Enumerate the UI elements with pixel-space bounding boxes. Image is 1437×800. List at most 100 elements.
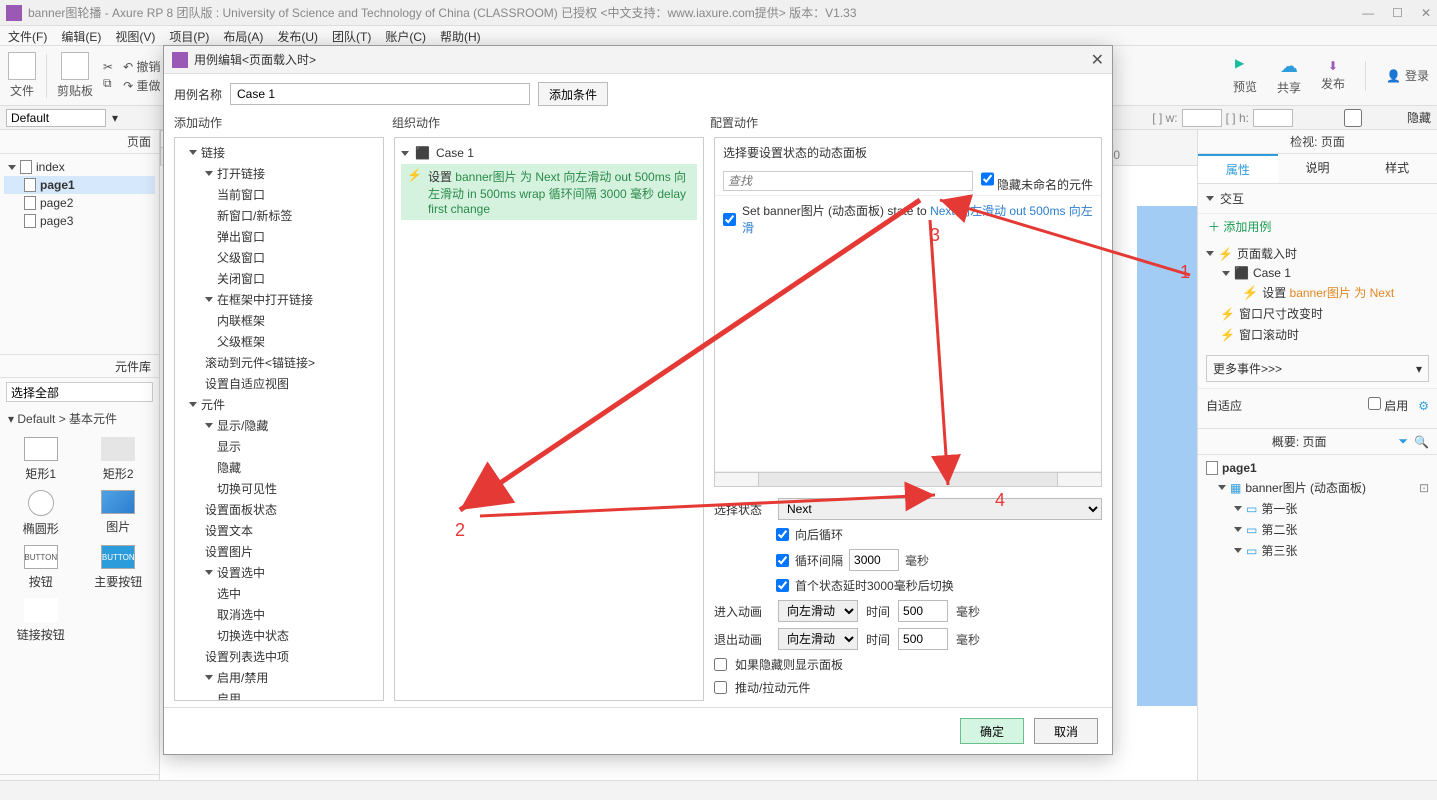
tab-notes[interactable]: 说明: [1278, 154, 1358, 183]
shape-rect2[interactable]: 矩形2: [84, 437, 154, 482]
tab-properties[interactable]: 属性: [1198, 154, 1278, 183]
menu-item[interactable]: 文件(F): [8, 28, 47, 43]
publish-button[interactable]: ⬇ 发布: [1321, 59, 1345, 92]
adaptive-settings-icon[interactable]: ⚙: [1418, 399, 1429, 413]
menu-item[interactable]: 账户(C): [385, 28, 426, 43]
action-tree-node[interactable]: 设置列表选中项: [177, 646, 381, 667]
isolate-icon[interactable]: ⊡: [1419, 481, 1429, 495]
outline-state2[interactable]: ▭第二张: [1206, 519, 1429, 540]
file-block[interactable]: 文件: [8, 52, 36, 99]
action-tree-node[interactable]: 启用: [177, 688, 381, 701]
action-tree-node[interactable]: 父级框架: [177, 331, 381, 352]
event-window-scroll[interactable]: ⚡窗口滚动时: [1206, 324, 1429, 345]
loop-interval-input[interactable]: [849, 549, 899, 571]
action-tree-node[interactable]: 关闭窗口: [177, 268, 381, 289]
outline-root[interactable]: page1: [1206, 459, 1429, 477]
page-item-page2[interactable]: page2: [4, 194, 155, 212]
width-input[interactable]: [1182, 109, 1222, 127]
page-item-page3[interactable]: page3: [4, 212, 155, 230]
action-tree-node[interactable]: 显示: [177, 436, 381, 457]
state-select[interactable]: Next: [778, 498, 1102, 520]
menu-item[interactable]: 编辑(E): [61, 28, 101, 43]
dialog-close-button[interactable]: ✕: [1091, 50, 1104, 70]
library-breadcrumb[interactable]: ▾ Default > 基本元件: [0, 406, 159, 431]
action-tree-node[interactable]: 启用/禁用: [177, 667, 381, 688]
action-tree-node[interactable]: 设置面板状态: [177, 499, 381, 520]
outline-banner[interactable]: ▦banner图片 (动态面板)⊡: [1206, 477, 1429, 498]
action-tree-node[interactable]: 选中: [177, 583, 381, 604]
maximize-button[interactable]: ☐: [1392, 6, 1403, 20]
organize-action-row[interactable]: ⚡ 设置 banner图片 为 Next 向左滑动 out 500ms 向左滑动…: [401, 164, 697, 220]
action-tree-node[interactable]: 设置文本: [177, 520, 381, 541]
menu-item[interactable]: 布局(A): [223, 28, 263, 43]
action-tree-node[interactable]: 切换选中状态: [177, 625, 381, 646]
style-name-input[interactable]: [6, 109, 106, 127]
action-tree-node[interactable]: 链接: [177, 142, 381, 163]
action-tree-node[interactable]: 元件: [177, 394, 381, 415]
delay-first-checkbox[interactable]: 首个状态延时3000毫秒后切换: [776, 574, 1102, 597]
hidden-checkbox[interactable]: 隐藏: [1303, 109, 1431, 127]
configure-target-row[interactable]: Set banner图片 (动态面板) state to Next 向左滑动 o…: [723, 200, 1093, 238]
add-case-link[interactable]: ＋ 添加用例: [1198, 214, 1437, 239]
search-icon[interactable]: 🔍: [1414, 435, 1429, 449]
action-tree-node[interactable]: 设置选中: [177, 562, 381, 583]
anim-in-time-input[interactable]: [898, 600, 948, 622]
case-name-input[interactable]: [230, 83, 530, 105]
action-tree-node[interactable]: 显示/隐藏: [177, 415, 381, 436]
share-button[interactable]: ☁ 共享: [1277, 56, 1301, 96]
menu-item[interactable]: 团队(T): [332, 28, 371, 43]
shape-link-button[interactable]: 链接按钮: [6, 598, 76, 643]
add-condition-button[interactable]: 添加条件: [538, 82, 608, 106]
preview-button[interactable]: ▶ 预览: [1233, 56, 1257, 95]
style-dropdown-icon[interactable]: ▾: [112, 111, 118, 125]
action-tree-node[interactable]: 打开链接: [177, 163, 381, 184]
shape-rect1[interactable]: 矩形1: [6, 437, 76, 482]
menu-item[interactable]: 项目(P): [169, 28, 209, 43]
shape-ellipse[interactable]: 椭圆形: [6, 490, 76, 537]
login-button[interactable]: 👤 登录: [1386, 67, 1429, 84]
action-tree-node[interactable]: 当前窗口: [177, 184, 381, 205]
action-tree-node[interactable]: 新窗口/新标签: [177, 205, 381, 226]
action-set-banner[interactable]: ⚡设置 设置 banner图片 为 Nextbanner图片 为 Next: [1206, 282, 1429, 303]
action-tree-node[interactable]: 父级窗口: [177, 247, 381, 268]
organize-case-row[interactable]: ⬛Case 1: [401, 146, 697, 160]
action-tree-node[interactable]: 设置自适应视图: [177, 373, 381, 394]
page-item-index[interactable]: index: [4, 158, 155, 176]
ok-button[interactable]: 确定: [960, 718, 1024, 744]
more-events-dropdown[interactable]: 更多事件>>>▾: [1206, 355, 1429, 382]
tab-style[interactable]: 样式: [1357, 154, 1437, 183]
shape-image[interactable]: 图片: [84, 490, 154, 537]
action-tree-node[interactable]: 在框架中打开链接: [177, 289, 381, 310]
loop-checkbox[interactable]: [776, 554, 789, 567]
clipboard-block[interactable]: 剪贴板: [57, 52, 93, 99]
library-select-input[interactable]: [6, 382, 153, 402]
event-window-resize[interactable]: ⚡窗口尺寸改变时: [1206, 303, 1429, 324]
push-pull-checkbox[interactable]: 推动/拉动元件: [714, 676, 1102, 699]
shape-button[interactable]: BUTTON按钮: [6, 545, 76, 590]
action-tree-node[interactable]: 弹出窗口: [177, 226, 381, 247]
menu-item[interactable]: 发布(U): [277, 28, 318, 43]
outline-state1[interactable]: ▭第一张: [1206, 498, 1429, 519]
undo-button[interactable]: ↶ 撤销: [123, 58, 160, 75]
action-tree-node[interactable]: 设置图片: [177, 541, 381, 562]
outline-state3[interactable]: ▭第三张: [1206, 540, 1429, 561]
redo-button[interactable]: ↷ 重做: [123, 77, 160, 94]
show-if-hidden-checkbox[interactable]: 如果隐藏则显示面板: [714, 653, 1102, 676]
filter-icon[interactable]: ⏷: [1398, 434, 1408, 449]
action-tree-node[interactable]: 内联框架: [177, 310, 381, 331]
configure-search-input[interactable]: [723, 171, 973, 191]
action-tree-node[interactable]: 取消选中: [177, 604, 381, 625]
menu-item[interactable]: 视图(V): [115, 28, 155, 43]
shape-primary-button[interactable]: BUTTON主要按钮: [84, 545, 154, 590]
case-1-row[interactable]: ⬛Case 1: [1206, 264, 1429, 282]
anim-out-time-input[interactable]: [898, 628, 948, 650]
action-tree-node[interactable]: 切换可见性: [177, 478, 381, 499]
banner-widget[interactable]: [1137, 206, 1197, 706]
wrap-checkbox[interactable]: 向后循环: [776, 523, 1102, 546]
enable-adaptive-checkbox[interactable]: 启用: [1368, 397, 1408, 414]
close-button[interactable]: ✕: [1421, 6, 1431, 20]
menu-item[interactable]: 帮助(H): [440, 28, 481, 43]
event-page-load[interactable]: ⚡页面载入时: [1206, 243, 1429, 264]
cancel-button[interactable]: 取消: [1034, 718, 1098, 744]
action-tree-node[interactable]: 滚动到元件<锚链接>: [177, 352, 381, 373]
